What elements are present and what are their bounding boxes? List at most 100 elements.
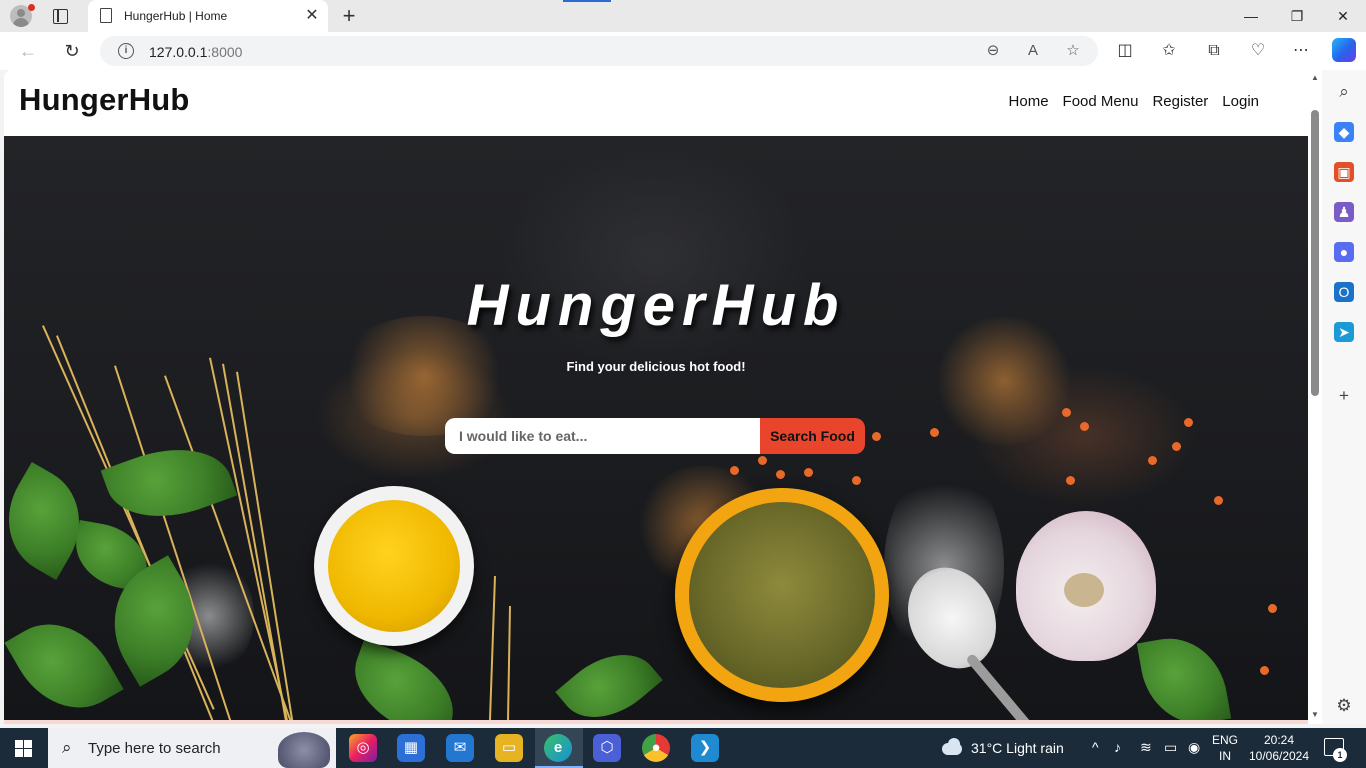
garlic-decoration: [1016, 511, 1156, 661]
tab-hungerhub-home[interactable]: HungerHub | Home ✕: [88, 0, 328, 32]
language-code: ENG: [1212, 733, 1239, 747]
split-screen-icon[interactable]: ◫: [1114, 40, 1136, 62]
lentil-decoration: [1184, 418, 1193, 427]
pesto-bowl-decoration: [675, 488, 889, 702]
hero-subtitle: Find your delicious hot food!: [566, 359, 746, 374]
lentil-decoration: [1172, 442, 1181, 451]
lentil-decoration: [852, 476, 861, 485]
hero-title: HungerHub: [466, 273, 846, 338]
input-language-indicator[interactable]: ENG IN: [1212, 732, 1238, 764]
weather-cloud-icon[interactable]: [940, 738, 962, 756]
show-hidden-icons-chevron-icon[interactable]: ^: [1092, 739, 1099, 755]
url-host: 127.0.0.1: [149, 44, 208, 60]
scroll-thumb[interactable]: [1311, 110, 1319, 396]
lentil-decoration: [1148, 456, 1157, 465]
scroll-down-icon[interactable]: ▼: [1311, 710, 1319, 719]
sidebar-send-icon[interactable]: ➤: [1334, 322, 1354, 342]
minimize-button[interactable]: —: [1228, 4, 1274, 28]
edge-browser-icon[interactable]: e: [544, 734, 572, 762]
wifi-icon[interactable]: ≋: [1140, 739, 1152, 756]
volume-icon[interactable]: ♪: [1114, 739, 1121, 755]
profile-notification-dot: [28, 4, 35, 11]
taskbar-search-placeholder: Type here to search: [88, 740, 221, 757]
instagram-app-icon[interactable]: ◎: [349, 734, 377, 762]
meet-now-icon[interactable]: ◉: [1188, 739, 1200, 756]
sidebar-shopping-icon[interactable]: ◆: [1334, 122, 1354, 142]
basil-leaf-decoration: [555, 634, 663, 720]
nav-link-food-menu[interactable]: Food Menu: [1063, 93, 1139, 110]
food-search-input[interactable]: [445, 418, 761, 454]
search-highlight-mascot-icon: [278, 732, 330, 768]
address-bar[interactable]: i 127.0.0.1:8000 ⊖ A ☆: [100, 36, 1098, 66]
hero-section: HungerHub Find your delicious hot food! …: [4, 136, 1308, 720]
weather-text[interactable]: 31°C Light rain: [971, 740, 1064, 756]
lentil-decoration: [872, 432, 881, 441]
lentil-decoration: [776, 470, 785, 479]
taskbar-search-box[interactable]: ⌕ Type here to search: [48, 728, 336, 768]
clock-time: 20:24: [1263, 733, 1295, 747]
refresh-icon[interactable]: ↻: [58, 37, 86, 65]
site-navbar: HungerHub Home Food Menu Register Login: [4, 70, 1308, 136]
browser-tab-strip: HungerHub | Home ✕ + — ❐ ✕: [0, 0, 1366, 32]
lentil-decoration: [730, 466, 739, 475]
sidebar-tools-icon[interactable]: ▣: [1334, 162, 1354, 182]
windows-start-icon[interactable]: [15, 740, 32, 757]
taskbar-search-icon: ⌕: [62, 738, 72, 757]
lentil-decoration: [930, 428, 939, 437]
spaghetti-strand: [488, 576, 496, 720]
copilot-app-icon[interactable]: ⬡: [593, 734, 621, 762]
tab-close-icon[interactable]: ✕: [302, 6, 322, 26]
window-close-button[interactable]: ✕: [1320, 4, 1366, 28]
zoom-out-icon[interactable]: ⊖: [982, 40, 1004, 62]
site-info-icon[interactable]: i: [118, 43, 134, 59]
scroll-up-icon[interactable]: ▲: [1311, 73, 1319, 82]
settings-more-icon[interactable]: ⋯: [1290, 40, 1312, 62]
search-food-button[interactable]: Search Food: [760, 418, 865, 454]
spaghetti-strand: [236, 371, 298, 720]
mail-app-icon[interactable]: ✉: [446, 734, 474, 762]
page-bottom-border: [4, 720, 1308, 724]
nav-link-register[interactable]: Register: [1152, 93, 1208, 110]
lentil-decoration: [1260, 666, 1269, 675]
browser-essentials-icon[interactable]: ♡: [1247, 40, 1269, 62]
lentil-decoration: [1066, 476, 1075, 485]
lentil-decoration: [1268, 604, 1277, 613]
spoon-handle-decoration: [965, 652, 1050, 720]
main-nav: Home Food Menu Register Login: [1009, 93, 1259, 110]
language-region: IN: [1219, 749, 1231, 763]
vscode-app-icon[interactable]: ❯: [691, 734, 719, 762]
clock-date: 10/06/2024: [1248, 749, 1310, 763]
favorites-icon[interactable]: ✩: [1158, 40, 1180, 62]
page-scrollbar[interactable]: ▲ ▼: [1308, 70, 1322, 724]
battery-icon[interactable]: ▭: [1164, 739, 1177, 756]
sidebar-office-icon[interactable]: ●: [1334, 242, 1354, 262]
tab-actions-icon[interactable]: [48, 7, 72, 25]
lentil-decoration: [1062, 408, 1071, 417]
url-text[interactable]: 127.0.0.1:8000: [149, 44, 242, 60]
sidebar-outlook-icon[interactable]: O: [1334, 282, 1354, 302]
copilot-icon[interactable]: [1332, 38, 1356, 62]
site-brand[interactable]: HungerHub: [19, 82, 190, 118]
collections-icon[interactable]: ⧉: [1203, 40, 1225, 62]
microsoft-store-icon[interactable]: ▦: [397, 734, 425, 762]
sidebar-settings-gear-icon[interactable]: ⚙: [1334, 696, 1354, 716]
sidebar-add-icon[interactable]: +: [1334, 386, 1354, 406]
sidebar-games-icon[interactable]: ♟: [1334, 202, 1354, 222]
taskbar-clock[interactable]: 20:24 10/06/2024: [1248, 732, 1310, 764]
chrome-browser-icon[interactable]: ●: [642, 734, 670, 762]
windows-taskbar: ⌕ Type here to search ◎ ▦ ✉ ▭ e ⬡ ● ❯ 31…: [0, 728, 1366, 768]
notification-count-badge: 1: [1333, 748, 1347, 762]
back-arrow-icon[interactable]: ←: [14, 37, 42, 65]
nav-link-login[interactable]: Login: [1222, 93, 1259, 110]
restore-button[interactable]: ❐: [1274, 4, 1320, 28]
read-aloud-icon[interactable]: A: [1022, 40, 1044, 62]
nav-link-home[interactable]: Home: [1009, 93, 1049, 110]
sidebar-search-icon[interactable]: ⌕: [1334, 82, 1354, 102]
new-tab-button[interactable]: +: [336, 3, 362, 29]
browser-toolbar: ← ↻ i 127.0.0.1:8000 ⊖ A ☆ ◫ ✩ ⧉ ♡ ⋯: [0, 32, 1366, 70]
favorite-star-icon[interactable]: ☆: [1062, 40, 1084, 62]
tab-title: HungerHub | Home: [124, 9, 228, 23]
file-explorer-icon[interactable]: ▭: [495, 734, 523, 762]
tab-strip-accent: [563, 0, 611, 2]
lentil-decoration: [1214, 496, 1223, 505]
